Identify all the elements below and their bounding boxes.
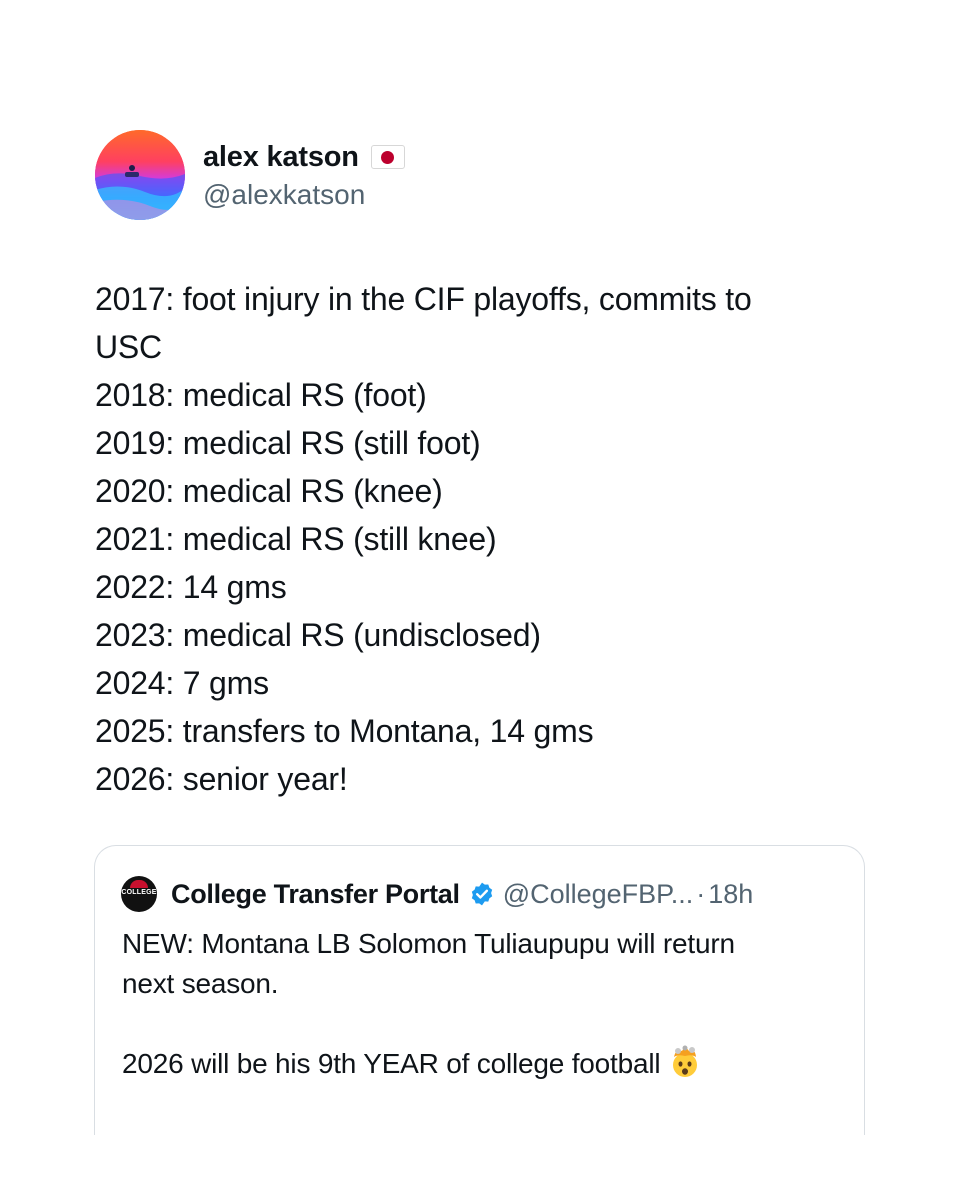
quoted-tweet-header: COLLEGE College Transfer Portal @College… [121,874,753,914]
tweet-line: 2026: senior year! [95,761,348,797]
tweet-line: 2019: medical RS (still foot) [95,425,481,461]
quoted-tweet-timestamp[interactable]: 18h [708,879,753,910]
tweet-line: 2023: medical RS (undisclosed) [95,617,541,653]
quote-line-with-emoji: 2026 will be his 9th YEAR of college foo… [122,1044,842,1090]
quoted-tweet-card[interactable]: COLLEGE College Transfer Portal @College… [94,845,865,1135]
separator-dot: · [696,878,706,909]
quote-line-text: 2026 will be his 9th YEAR of college foo… [122,1048,661,1079]
exploding-head-emoji-icon [668,1045,702,1090]
quoted-author-name[interactable]: College Transfer Portal [171,879,460,910]
tweet-line: 2018: medical RS (foot) [95,377,427,413]
tweet-line: 2024: 7 gms [95,665,269,701]
tweet-line: 2020: medical RS (knee) [95,473,443,509]
quoted-tweet-text: NEW: Montana LB Solomon Tuliaupupu will … [122,924,842,1090]
quote-line: NEW: Montana LB Solomon Tuliaupupu will … [122,928,735,959]
quote-line: next season. [122,968,279,999]
author-avatar[interactable] [95,130,185,220]
quoted-author-handle[interactable]: @CollegeFBP... [503,879,694,910]
tweet-line: USC [95,329,162,365]
author-name-row[interactable]: alex katson [203,140,405,174]
tweet-line: 2022: 14 gms [95,569,287,605]
avatar-logo-text: COLLEGE [121,889,157,896]
japan-flag-icon [370,145,405,169]
helmet-logo-icon [130,880,148,888]
tweet-line: 2025: transfers to Montana, 14 gms [95,713,594,749]
author-name[interactable]: alex katson [203,140,359,174]
tweet-line: 2017: foot injury in the CIF playoffs, c… [95,281,752,317]
tweet-line: 2021: medical RS (still knee) [95,521,497,557]
quote-line [122,1004,842,1044]
author-info: alex katson @alexkatson [203,140,405,212]
author-handle[interactable]: @alexkatson [203,178,405,212]
quoted-author-avatar[interactable]: COLLEGE [121,876,157,912]
verified-badge-icon [469,881,495,907]
tweet-text: 2017: foot injury in the CIF playoffs, c… [95,275,875,803]
